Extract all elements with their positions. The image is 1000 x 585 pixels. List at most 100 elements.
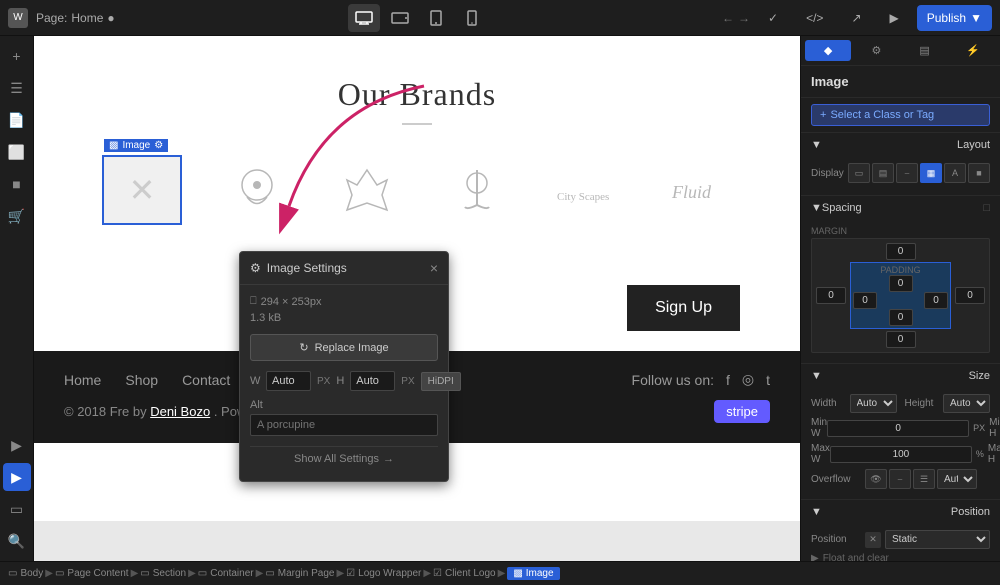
selected-image[interactable]: ▩ Image ⚙ ✕ [102, 155, 182, 225]
ovf-hidden-btn[interactable]: ⎯ [889, 469, 911, 489]
selected-image-wrapper[interactable]: ▩ Image ⚙ ✕ [102, 155, 182, 225]
margin-left-input[interactable] [816, 287, 846, 304]
canvas-area[interactable]: Our Brands ▩ Image ⚙ ✕ [34, 36, 800, 561]
replace-image-button[interactable]: ↻ Replace Image [250, 334, 438, 361]
show-all-label: Show All Settings [294, 453, 379, 465]
sidebar-pointer-icon[interactable]: ▶ [3, 463, 31, 491]
ovf-scroll-btn[interactable]: ☰ [913, 469, 935, 489]
padding-right-input[interactable] [924, 292, 948, 309]
ovf-visible-btn[interactable]: 👁 [865, 469, 887, 489]
signup-button[interactable]: Sign Up [627, 285, 740, 331]
position-header[interactable]: ▼ Position [801, 500, 1000, 524]
left-sidebar: + ☰ 📄 ⬜ ■ 🛒 ▶ ▶ ▭ 🔍 [0, 36, 34, 561]
padding-bottom-row [853, 309, 948, 326]
sidebar-add-icon[interactable]: + [3, 42, 31, 70]
disp-inline[interactable]: ⎯ [896, 163, 918, 183]
panel-tab-style[interactable]: ◆ [805, 40, 851, 61]
bc-con-icon: ▭ [198, 568, 207, 579]
sidebar-assets-icon[interactable]: ■ [3, 170, 31, 198]
disp-none[interactable]: ■ [968, 163, 990, 183]
h-unit: PX [401, 376, 414, 387]
tablet-v-device-btn[interactable] [420, 4, 452, 32]
breadcrumb-client-logo[interactable]: ☑ Client Logo [433, 568, 496, 579]
footer-nav-contact[interactable]: Contact [182, 372, 230, 388]
breadcrumb-image[interactable]: ▩ Image [507, 567, 559, 580]
page-label: Page: [36, 11, 67, 25]
size-header[interactable]: ▼ Size [801, 364, 1000, 388]
ovf-select[interactable]: Auto [937, 469, 977, 489]
padding-left-input[interactable] [853, 292, 877, 309]
dialog-close-button[interactable]: × [430, 260, 438, 276]
svg-text:Fluid: Fluid [671, 182, 712, 202]
sidebar-select-icon[interactable]: ▶ [3, 431, 31, 459]
tablet-h-device-btn[interactable] [384, 4, 416, 32]
spacing-section: ▼ Spacing □ MARGIN PADDING [801, 196, 1000, 364]
breadcrumb-container[interactable]: ▭ Container [198, 568, 254, 579]
margin-right-input[interactable] [955, 287, 985, 304]
h-input[interactable] [350, 371, 395, 391]
selector-content: + Select a Class or Tag [801, 98, 1000, 132]
margin-top-input[interactable] [886, 243, 916, 260]
display-buttons: ▭ ▤ ⎯ ▦ A ■ [848, 163, 990, 183]
width-select[interactable]: Auto [850, 394, 897, 413]
sidebar-pages-icon[interactable]: ☰ [3, 74, 31, 102]
panel-tab-lightning[interactable]: ⚡ [950, 40, 996, 61]
publish-button[interactable]: Publish ▼ [917, 5, 992, 31]
bc-sec-icon: ▭ [140, 568, 149, 579]
padding-top-input[interactable] [889, 275, 913, 292]
sidebar-box-icon[interactable]: ▭ [3, 495, 31, 523]
breadcrumb-section[interactable]: ▭ Section [140, 568, 186, 579]
breadcrumb-body-label: Body [20, 568, 43, 579]
social-twitter-icon[interactable]: t [766, 372, 770, 388]
desktop-device-btn[interactable] [348, 4, 380, 32]
panel-tab-settings[interactable]: ⚙ [853, 40, 899, 61]
page-indicator: Page: Home ● [36, 11, 115, 25]
mobile-device-btn[interactable] [456, 4, 488, 32]
image-settings-icon[interactable]: ⚙ [154, 140, 163, 151]
padding-bottom-input[interactable] [889, 309, 913, 326]
preview-btn[interactable]: ▶ [880, 5, 909, 31]
publish-arrow: ▼ [970, 11, 982, 25]
selector-section: + Select a Class or Tag [801, 98, 1000, 133]
breadcrumb-body[interactable]: ▭ Body [8, 568, 43, 579]
footer-nav-shop[interactable]: Shop [125, 372, 158, 388]
social-facebook-icon[interactable]: f [726, 372, 730, 388]
panel-tab-interactions[interactable]: ▤ [902, 40, 948, 61]
sidebar-ecommerce-icon[interactable]: 🛒 [3, 202, 31, 230]
pos-select[interactable]: Static [885, 530, 990, 549]
disp-grid[interactable]: A [944, 163, 966, 183]
maxw-input[interactable] [830, 446, 972, 463]
social-instagram-icon[interactable]: ◎ [742, 371, 754, 388]
code-btn[interactable]: </> [796, 5, 833, 31]
sidebar-zoom-icon[interactable]: 🔍 [3, 527, 31, 555]
undo-icon[interactable]: ← [722, 11, 734, 25]
footer-nav-home[interactable]: Home [64, 372, 101, 388]
breadcrumb-margin-page[interactable]: ▭ Margin Page [265, 568, 334, 579]
margin-bottom-input[interactable] [886, 331, 916, 348]
share-btn[interactable]: ↗ [841, 5, 871, 31]
selector-button[interactable]: + Select a Class or Tag [811, 104, 990, 126]
sidebar-layers-icon[interactable]: ⬜ [3, 138, 31, 166]
sidebar-cms-icon[interactable]: 📄 [3, 106, 31, 134]
disp-flex[interactable]: ▦ [920, 163, 942, 183]
publish-label: Publish [927, 11, 966, 25]
selector-label: Select a Class or Tag [830, 109, 934, 121]
alt-input[interactable] [250, 414, 438, 436]
height-select[interactable]: Auto [943, 394, 990, 413]
disp-block[interactable]: ▭ [848, 163, 870, 183]
bc-img-label: Image [526, 568, 554, 579]
hidpi-button[interactable]: HiDPI [421, 372, 461, 391]
minw-input[interactable] [827, 420, 969, 437]
breadcrumb-logo-wrapper[interactable]: ☑ Logo Wrapper [346, 568, 421, 579]
layout-header[interactable]: ▼ Layout [801, 133, 1000, 157]
show-all-settings-button[interactable]: Show All Settings → [250, 446, 438, 471]
bc-arrow-5: ▶ [336, 568, 344, 579]
redo-icon[interactable]: → [738, 11, 750, 25]
w-input[interactable] [266, 371, 311, 391]
spacing-header[interactable]: ▼ Spacing □ [801, 196, 1000, 220]
check-btn[interactable]: ✓ [758, 5, 788, 31]
nav-arrows: ← → [722, 11, 750, 25]
top-bar-left: W Page: Home ● [8, 8, 115, 28]
breadcrumb-page-content[interactable]: ▭ Page Content [55, 568, 129, 579]
disp-inline-block[interactable]: ▤ [872, 163, 894, 183]
